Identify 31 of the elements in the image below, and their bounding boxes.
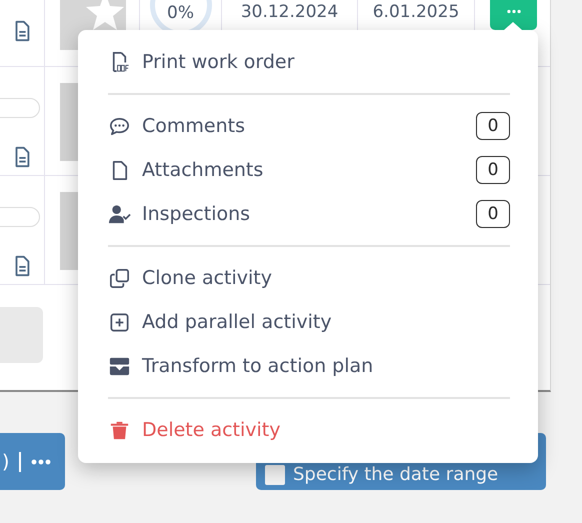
more-button[interactable] [490, 0, 537, 30]
menu-item[interactable]: Clone activity [108, 262, 510, 294]
actions-button[interactable]: ) [0, 433, 65, 490]
menu-item[interactable]: Add parallel activity [108, 306, 510, 338]
menu-item[interactable]: Inspections 0 [108, 198, 510, 230]
person-check-icon [108, 202, 131, 226]
menu-item-label: Transform to action plan [142, 355, 374, 377]
menu-item[interactable]: Attachments 0 [108, 154, 510, 186]
checkbox[interactable] [265, 465, 285, 485]
menu-item-label: Print work order [142, 51, 296, 73]
menu-item-label: Delete activity [142, 419, 282, 441]
end-date: 6.01.2025 [372, 1, 460, 24]
start-date: 30.12.2024 [240, 1, 338, 24]
menu-item-label: Inspections [142, 203, 252, 225]
input-field[interactable] [0, 98, 40, 118]
count-badge: 0 [476, 200, 510, 228]
more-icon [506, 7, 522, 16]
plus-icon [108, 310, 131, 334]
more-icon [31, 458, 52, 466]
menu-item-label: Add parallel activity [142, 311, 333, 333]
delete-menu-item[interactable]: Delete activity [108, 414, 510, 446]
clone-icon [108, 266, 131, 290]
menu-item[interactable]: Comments 0 [108, 110, 510, 142]
menu-item-label: Clone activity [142, 267, 273, 289]
input-field[interactable] [0, 207, 40, 227]
menu-item-label: Comments [142, 115, 246, 137]
count-badge: 0 [476, 156, 510, 184]
menu-item-label: Attachments [142, 159, 264, 181]
menu-item[interactable]: Transform to action plan [108, 350, 510, 382]
count-badge: 0 [476, 112, 510, 140]
menu-item[interactable]: Print work order [108, 46, 510, 78]
